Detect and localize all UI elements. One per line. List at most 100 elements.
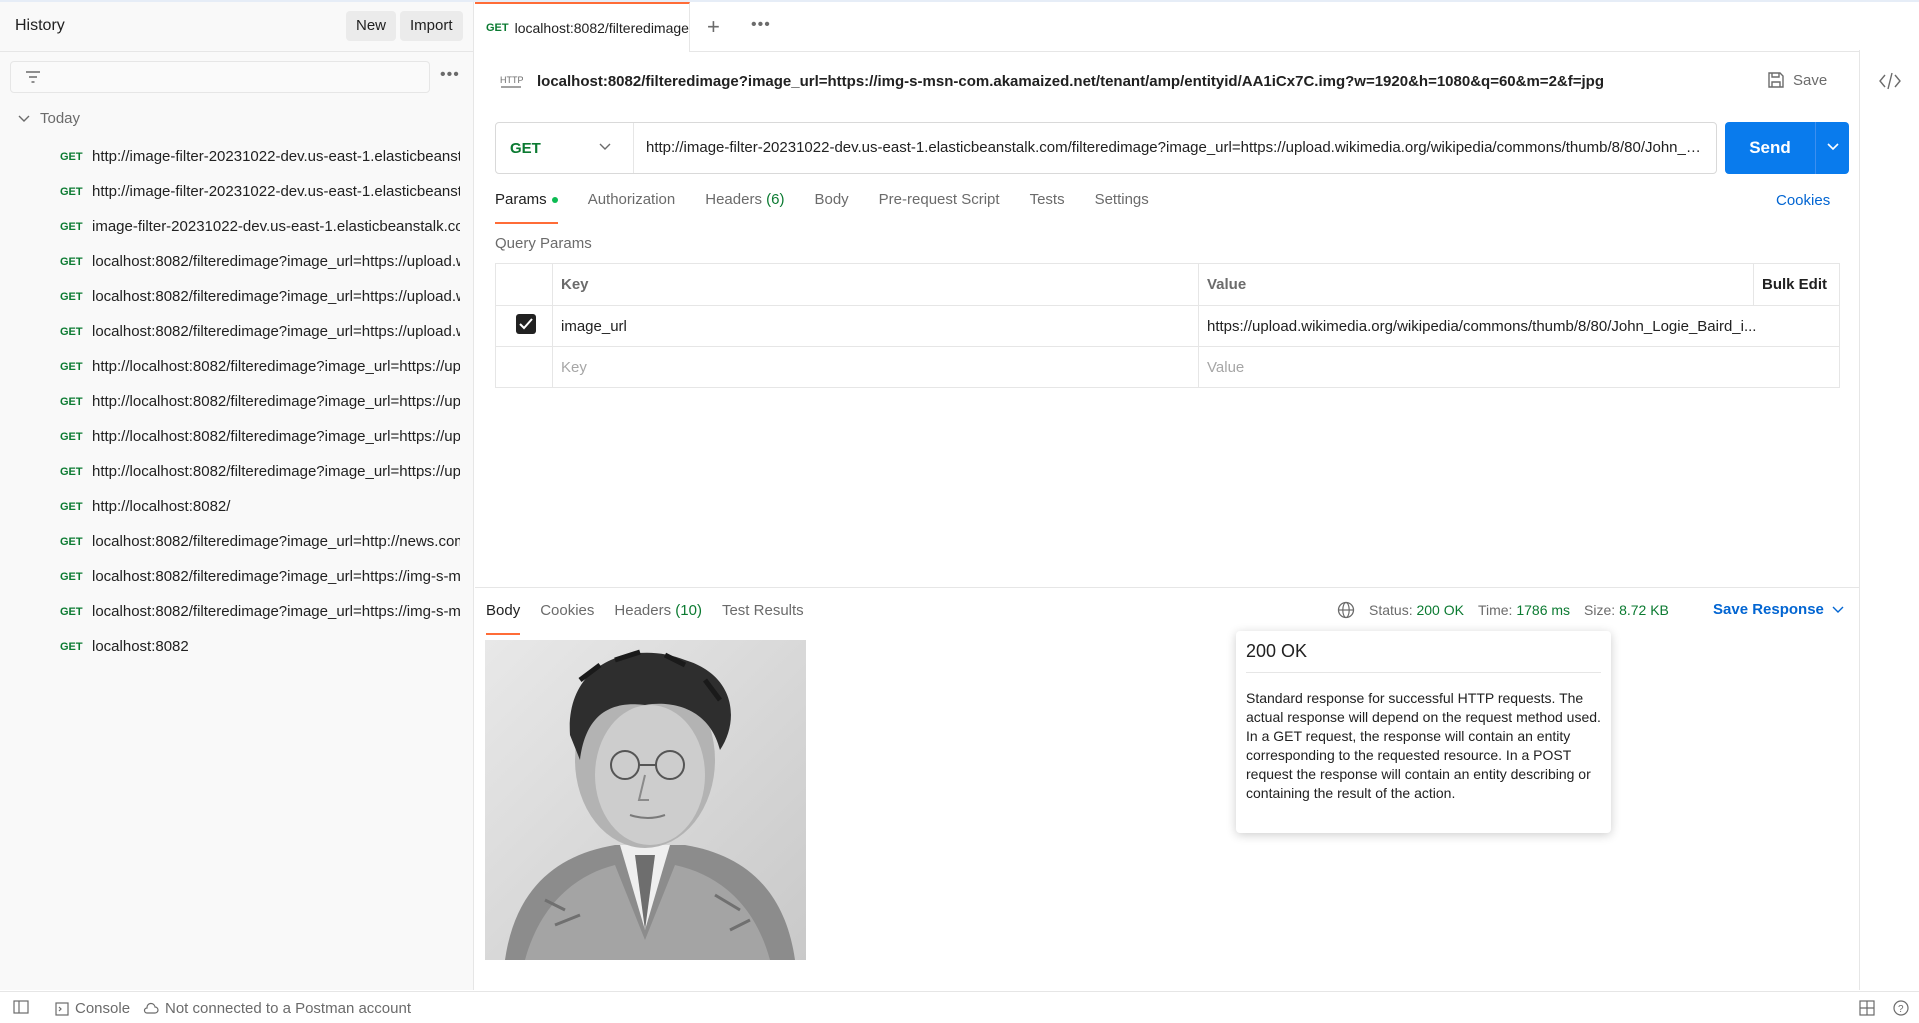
history-item[interactable]: GET http://localhost:8082/filteredimage?i… bbox=[0, 384, 460, 419]
history-item-url: localhost:8082/filteredimage?image_url=h… bbox=[92, 253, 460, 270]
response-meta: Status: 200 OK Time: 1786 ms Size: 8.72 … bbox=[1337, 601, 1669, 619]
response-tabs: Body Cookies Headers (10) Test Results bbox=[486, 601, 824, 635]
tab-label: Params bbox=[495, 191, 547, 208]
tab-label: Body bbox=[814, 191, 849, 208]
history-item-method: GET bbox=[60, 150, 83, 163]
tab-body[interactable]: Body bbox=[814, 190, 848, 224]
tab-label: Test Results bbox=[721, 602, 804, 619]
console-label: Console bbox=[75, 1000, 131, 1017]
tab-settings[interactable]: Settings bbox=[1095, 190, 1149, 224]
time-readout[interactable]: Time: 1786 ms bbox=[1478, 602, 1570, 618]
url-input[interactable]: http://image-filter-20231022-dev.us-east… bbox=[646, 139, 1706, 156]
save-button[interactable]: Save bbox=[1767, 71, 1827, 89]
send-label: Send bbox=[1749, 138, 1791, 157]
history-item-method: GET bbox=[60, 220, 83, 233]
history-item[interactable]: GET localhost:8082/filteredimage?image_ur… bbox=[0, 279, 460, 314]
history-item[interactable]: GET localhost:8082 bbox=[0, 629, 460, 664]
account-label: Not connected to a Postman account bbox=[165, 1000, 411, 1017]
save-label: Save bbox=[1793, 71, 1828, 89]
request-tab[interactable]: GET localhost:8082/filteredimage bbox=[475, 2, 690, 52]
response-tab-headers[interactable]: Headers (10) bbox=[614, 601, 702, 635]
param-checkbox-cell bbox=[495, 305, 553, 347]
toggle-sidebar-icon[interactable] bbox=[13, 1000, 29, 1014]
history-item[interactable]: GET localhost:8082/filteredimage?image_ur… bbox=[0, 524, 460, 559]
history-group-label: Today bbox=[40, 110, 81, 127]
http-icon: HTTP bbox=[500, 75, 523, 88]
size-readout[interactable]: Size: 8.72 KB bbox=[1584, 602, 1669, 618]
history-item-method: GET bbox=[60, 640, 83, 653]
url-bar: GET http://image-filter-20231022-dev.us-… bbox=[495, 122, 1717, 174]
tab-params[interactable]: Params bbox=[495, 190, 558, 224]
right-context-bar bbox=[1859, 50, 1919, 990]
history-item[interactable]: GET localhost:8082/filteredimage?image_ur… bbox=[0, 559, 460, 594]
globe-icon[interactable] bbox=[1337, 601, 1355, 619]
history-item-url: localhost:8082/filteredimage?image_url=h… bbox=[92, 568, 460, 585]
send-options-dropdown[interactable] bbox=[1815, 122, 1849, 174]
main-workspace: GET localhost:8082/filteredimage + ••• H… bbox=[475, 2, 1919, 990]
tooltip-body: Standard response for successful HTTP re… bbox=[1246, 690, 1601, 801]
more-options-icon[interactable]: ••• bbox=[440, 66, 460, 84]
response-tab-test-results[interactable]: Test Results bbox=[722, 601, 804, 635]
history-item[interactable]: GET image-filter-20231022-dev.us-east-1.e… bbox=[0, 209, 460, 244]
help-icon[interactable]: ? bbox=[1893, 1000, 1909, 1016]
history-group-today[interactable]: Today bbox=[18, 110, 80, 127]
size-value: 8.72 KB bbox=[1619, 602, 1669, 618]
history-filter-input[interactable] bbox=[10, 61, 430, 93]
import-button[interactable]: Import bbox=[400, 11, 463, 41]
method-value: GET bbox=[510, 139, 541, 157]
request-name[interactable]: localhost:8082/filteredimage?image_url=h… bbox=[537, 73, 1604, 90]
tab-label: Settings bbox=[1094, 191, 1149, 208]
history-item[interactable]: GET localhost:8082/filteredimage?image_ur… bbox=[0, 244, 460, 279]
value-placeholder-input[interactable]: Value bbox=[1198, 346, 1840, 388]
history-item[interactable]: GET http://localhost:8082/ bbox=[0, 489, 460, 524]
history-item-url: image-filter-20231022-dev.us-east-1.elas… bbox=[92, 218, 460, 235]
history-item-url: localhost:8082/filteredimage?image_url=h… bbox=[92, 533, 460, 550]
history-item[interactable]: GET http://localhost:8082/filteredimage?i… bbox=[0, 419, 460, 454]
tab-pre-request-script[interactable]: Pre-request Script bbox=[879, 190, 1000, 224]
tab-count: (6) bbox=[766, 191, 785, 208]
history-item-url: localhost:8082/filteredimage?image_url=h… bbox=[92, 603, 460, 620]
code-icon[interactable] bbox=[1879, 72, 1901, 90]
sidebar-title: History bbox=[15, 17, 65, 34]
new-button[interactable]: New bbox=[346, 11, 397, 41]
method-dropdown[interactable]: GET bbox=[496, 123, 634, 173]
history-item[interactable]: GET http://localhost:8082/filteredimage?i… bbox=[0, 454, 460, 489]
param-checkbox[interactable] bbox=[516, 314, 536, 334]
param-value[interactable]: https://upload.wikimedia.org/wikipedia/c… bbox=[1198, 305, 1840, 347]
save-response-button[interactable]: Save Response bbox=[1713, 601, 1844, 618]
history-item-method: GET bbox=[60, 325, 83, 338]
history-item[interactable]: GET localhost:8082/filteredimage?image_ur… bbox=[0, 594, 460, 629]
tab-label: Tests bbox=[1029, 191, 1065, 208]
tab-more-icon[interactable]: ••• bbox=[751, 16, 771, 34]
history-item[interactable]: GET http://localhost:8082/filteredimage?i… bbox=[0, 349, 460, 384]
portrait-photo bbox=[485, 640, 806, 960]
history-item[interactable]: GET localhost:8082/filteredimage?image_ur… bbox=[0, 314, 460, 349]
tab-tests[interactable]: Tests bbox=[1030, 190, 1065, 224]
param-key[interactable]: image_url bbox=[552, 305, 1199, 347]
layout-icon[interactable] bbox=[1859, 1000, 1875, 1016]
account-status[interactable]: Not connected to a Postman account bbox=[143, 1000, 411, 1017]
tab-count: (10) bbox=[675, 602, 702, 619]
history-list: GET http://image-filter-20231022-dev.us-e… bbox=[0, 139, 474, 664]
bulk-edit-button[interactable]: Bulk Edit bbox=[1753, 263, 1840, 306]
chevron-down-icon bbox=[1832, 606, 1844, 613]
query-params-heading: Query Params bbox=[495, 235, 592, 252]
add-tab-icon[interactable]: + bbox=[707, 14, 720, 40]
tab-authorization[interactable]: Authorization bbox=[588, 190, 676, 224]
time-label: Time: bbox=[1477, 602, 1513, 618]
response-tab-body[interactable]: Body bbox=[486, 601, 521, 635]
history-item-url: http://localhost:8082/filteredimage?imag… bbox=[92, 358, 460, 375]
key-placeholder-input[interactable]: Key bbox=[552, 346, 1199, 388]
history-item[interactable]: GET http://image-filter-20231022-dev.us-e… bbox=[0, 139, 460, 174]
chevron-down-icon bbox=[18, 115, 30, 122]
status-readout[interactable]: Status: 200 OK bbox=[1369, 602, 1464, 618]
console-button[interactable]: Console bbox=[55, 1000, 130, 1017]
tab-headers[interactable]: Headers (6) bbox=[705, 190, 784, 224]
history-item-method: GET bbox=[60, 395, 83, 408]
send-button[interactable]: Send bbox=[1725, 122, 1849, 174]
cookies-link[interactable]: Cookies bbox=[1776, 192, 1830, 209]
value-column-header: Value bbox=[1198, 263, 1754, 306]
history-item[interactable]: GET http://image-filter-20231022-dev.us-e… bbox=[0, 174, 460, 209]
svg-text:HTTP: HTTP bbox=[500, 75, 523, 85]
response-tab-cookies[interactable]: Cookies bbox=[540, 601, 594, 635]
